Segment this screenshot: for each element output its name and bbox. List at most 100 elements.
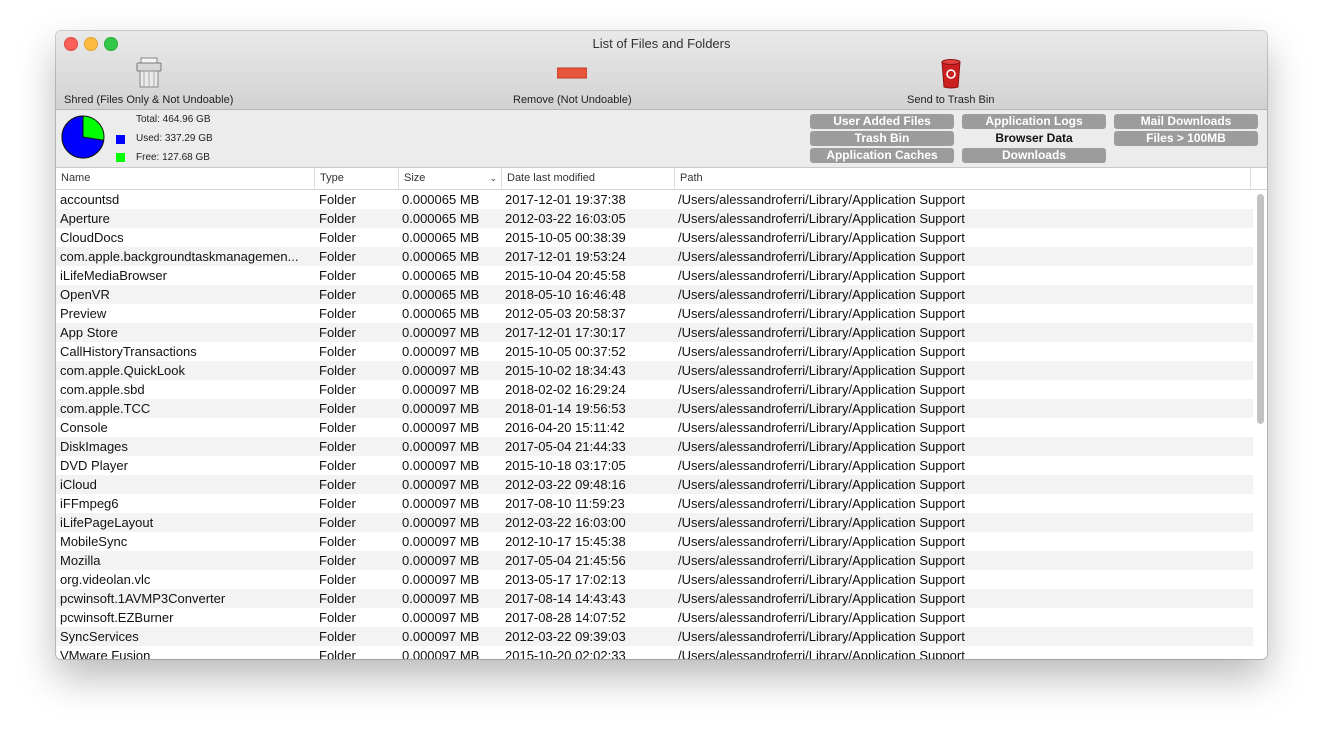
table-row[interactable]: com.apple.backgroundtaskmanagemen... Fold… xyxy=(56,247,1253,266)
cell-size: 0.000097 MB xyxy=(402,572,480,587)
table-row[interactable]: CallHistoryTransactions Folder 0.000097 MB… xyxy=(56,342,1253,361)
column-header-size[interactable]: Size ⌄ xyxy=(399,168,502,189)
cell-name: MobileSync xyxy=(60,534,128,549)
cell-size: 0.000097 MB xyxy=(402,648,480,659)
app-window: List of Files and Folders Shred (Files O… xyxy=(56,31,1267,659)
cell-name: com.apple.TCC xyxy=(60,401,151,416)
cell-date: 2017-08-14 14:43:43 xyxy=(505,591,626,606)
cell-path: /Users/alessandroferri/Library/Applicati… xyxy=(678,211,965,226)
disk-stats-panel: Total: 464.96 GB Used: 337.29 GB Free: 1… xyxy=(56,110,1267,168)
cell-name: org.videolan.vlc xyxy=(60,572,151,587)
trash-bin-icon xyxy=(907,57,994,89)
filter-trash-bin[interactable]: Trash Bin xyxy=(810,131,954,146)
column-header-name[interactable]: Name xyxy=(56,168,315,189)
cell-type: Folder xyxy=(319,591,356,606)
cell-size: 0.000065 MB xyxy=(402,268,480,283)
filter-application-caches[interactable]: Application Caches xyxy=(810,148,954,163)
filter-user-added-files[interactable]: User Added Files xyxy=(810,114,954,129)
cell-date: 2017-08-28 14:07:52 xyxy=(505,610,626,625)
remove-button[interactable]: Remove (Not Undoable) xyxy=(513,57,632,106)
cell-size: 0.000097 MB xyxy=(402,401,480,416)
table-row[interactable]: com.apple.QuickLook Folder 0.000097 MB 2015… xyxy=(56,361,1253,380)
cell-path: /Users/alessandroferri/Library/Applicati… xyxy=(678,458,965,473)
window-title: List of Files and Folders xyxy=(592,36,731,51)
cell-type: Folder xyxy=(319,287,356,302)
cell-name: iFFmpeg6 xyxy=(60,496,119,511)
table-row[interactable]: iLifeMediaBrowser Folder 0.000065 MB 2015-1… xyxy=(56,266,1253,285)
column-header-type[interactable]: Type xyxy=(315,168,399,189)
table-row[interactable]: iFFmpeg6 Folder 0.000097 MB 2017-08-10 11:5… xyxy=(56,494,1253,513)
cell-date: 2017-08-10 11:59:23 xyxy=(505,496,625,511)
table-header: Name Type Size ⌄ Date last modified Path xyxy=(56,168,1267,190)
table-row[interactable]: com.apple.sbd Folder 0.000097 MB 2018-02-02… xyxy=(56,380,1253,399)
cell-date: 2017-05-04 21:45:56 xyxy=(505,553,626,568)
cell-name: accountsd xyxy=(60,192,120,207)
table-row[interactable]: Console Folder 0.000097 MB 2016-04-20 15:11… xyxy=(56,418,1253,437)
filter-browser-data[interactable]: Browser Data xyxy=(962,131,1106,146)
table-row[interactable]: com.apple.TCC Folder 0.000097 MB 2018-01-14… xyxy=(56,399,1253,418)
remove-label: Remove (Not Undoable) xyxy=(513,94,632,106)
cell-date: 2012-03-22 09:48:16 xyxy=(505,477,626,492)
cell-type: Folder xyxy=(319,439,356,454)
cell-date: 2016-04-20 15:11:42 xyxy=(505,420,625,435)
cell-size: 0.000097 MB xyxy=(402,629,480,644)
table-row[interactable]: SyncServices Folder 0.000097 MB 2012-03-22 … xyxy=(56,627,1253,646)
disk-free: Free: 127.68 GB xyxy=(136,152,210,163)
table-row[interactable]: OpenVR Folder 0.000065 MB 2018-05-10 16:46:… xyxy=(56,285,1253,304)
table-row[interactable]: MobileSync Folder 0.000097 MB 2012-10-17 15… xyxy=(56,532,1253,551)
cell-type: Folder xyxy=(319,648,356,659)
cell-path: /Users/alessandroferri/Library/Applicati… xyxy=(678,306,965,321)
table-row[interactable]: App Store Folder 0.000097 MB 2017-12-01 17:… xyxy=(56,323,1253,342)
table-row[interactable]: pcwinsoft.1AVMP3Converter Folder 0.000097 … xyxy=(56,589,1253,608)
table-row[interactable]: Aperture Folder 0.000065 MB 2012-03-22 16:0… xyxy=(56,209,1253,228)
cell-path: /Users/alessandroferri/Library/Applicati… xyxy=(678,515,965,530)
cell-name: VMware Fusion xyxy=(60,648,151,659)
table-body: accountsd Folder 0.000065 MB 2017-12-01 19:… xyxy=(56,190,1253,659)
column-header-path[interactable]: Path xyxy=(675,168,1251,189)
cell-date: 2017-12-01 19:37:38 xyxy=(505,192,626,207)
cell-path: /Users/alessandroferri/Library/Applicati… xyxy=(678,553,965,568)
send-to-trash-button[interactable]: Send to Trash Bin xyxy=(907,57,994,106)
table-row[interactable]: CloudDocs Folder 0.000065 MB 2015-10-05 00:… xyxy=(56,228,1253,247)
cell-path: /Users/alessandroferri/Library/Applicati… xyxy=(678,439,965,454)
cell-type: Folder xyxy=(319,515,356,530)
filter-downloads[interactable]: Downloads xyxy=(962,148,1106,163)
table-row[interactable]: iCloud Folder 0.000097 MB 2012-03-22 09:48:… xyxy=(56,475,1253,494)
table-row[interactable]: DVD Player Folder 0.000097 MB 2015-10-18 03… xyxy=(56,456,1253,475)
cell-name: DiskImages xyxy=(60,439,128,454)
cell-size: 0.000097 MB xyxy=(402,534,480,549)
cell-size: 0.000065 MB xyxy=(402,192,480,207)
table-row[interactable]: org.videolan.vlc Folder 0.000097 MB 2013-05… xyxy=(56,570,1253,589)
cell-name: CallHistoryTransactions xyxy=(60,344,197,359)
cell-path: /Users/alessandroferri/Library/Applicati… xyxy=(678,344,965,359)
cell-size: 0.000097 MB xyxy=(402,420,480,435)
filter-application-logs[interactable]: Application Logs xyxy=(962,114,1106,129)
table-row[interactable]: accountsd Folder 0.000065 MB 2017-12-01 19:… xyxy=(56,190,1253,209)
filter-mail-downloads[interactable]: Mail Downloads xyxy=(1114,114,1258,129)
cell-type: Folder xyxy=(319,363,356,378)
table-row[interactable]: Preview Folder 0.000065 MB 2012-05-03 20:58… xyxy=(56,304,1253,323)
table-row[interactable]: VMware Fusion Folder 0.000097 MB 2015-10-20… xyxy=(56,646,1253,659)
cell-name: Mozilla xyxy=(60,553,101,568)
cell-type: Folder xyxy=(319,344,356,359)
filter-files-over-100mb[interactable]: Files > 100MB xyxy=(1114,131,1258,146)
cell-date: 2012-05-03 20:58:37 xyxy=(505,306,626,321)
shred-button[interactable]: Shred (Files Only & Not Undoable) xyxy=(64,57,233,106)
table-row[interactable]: DiskImages Folder 0.000097 MB 2017-05-04 21… xyxy=(56,437,1253,456)
cell-path: /Users/alessandroferri/Library/Applicati… xyxy=(678,648,965,659)
vertical-scrollbar[interactable] xyxy=(1257,194,1264,424)
cell-path: /Users/alessandroferri/Library/Applicati… xyxy=(678,325,965,340)
cell-date: 2015-10-02 18:34:43 xyxy=(505,363,626,378)
cell-path: /Users/alessandroferri/Library/Applicati… xyxy=(678,287,965,302)
cell-path: /Users/alessandroferri/Library/Applicati… xyxy=(678,249,965,264)
cell-path: /Users/alessandroferri/Library/Applicati… xyxy=(678,420,965,435)
shredder-icon xyxy=(64,57,233,89)
cell-path: /Users/alessandroferri/Library/Applicati… xyxy=(678,268,965,283)
cell-name: SyncServices xyxy=(60,629,139,644)
table-row[interactable]: iLifePageLayout Folder 0.000097 MB 2012-03-… xyxy=(56,513,1253,532)
table-row[interactable]: Mozilla Folder 0.000097 MB 2017-05-04 21:45… xyxy=(56,551,1253,570)
cell-path: /Users/alessandroferri/Library/Applicati… xyxy=(678,192,965,207)
table-row[interactable]: pcwinsoft.EZBurner Folder 0.000097 MB 2017-… xyxy=(56,608,1253,627)
cell-type: Folder xyxy=(319,325,356,340)
column-header-date[interactable]: Date last modified xyxy=(502,168,675,189)
